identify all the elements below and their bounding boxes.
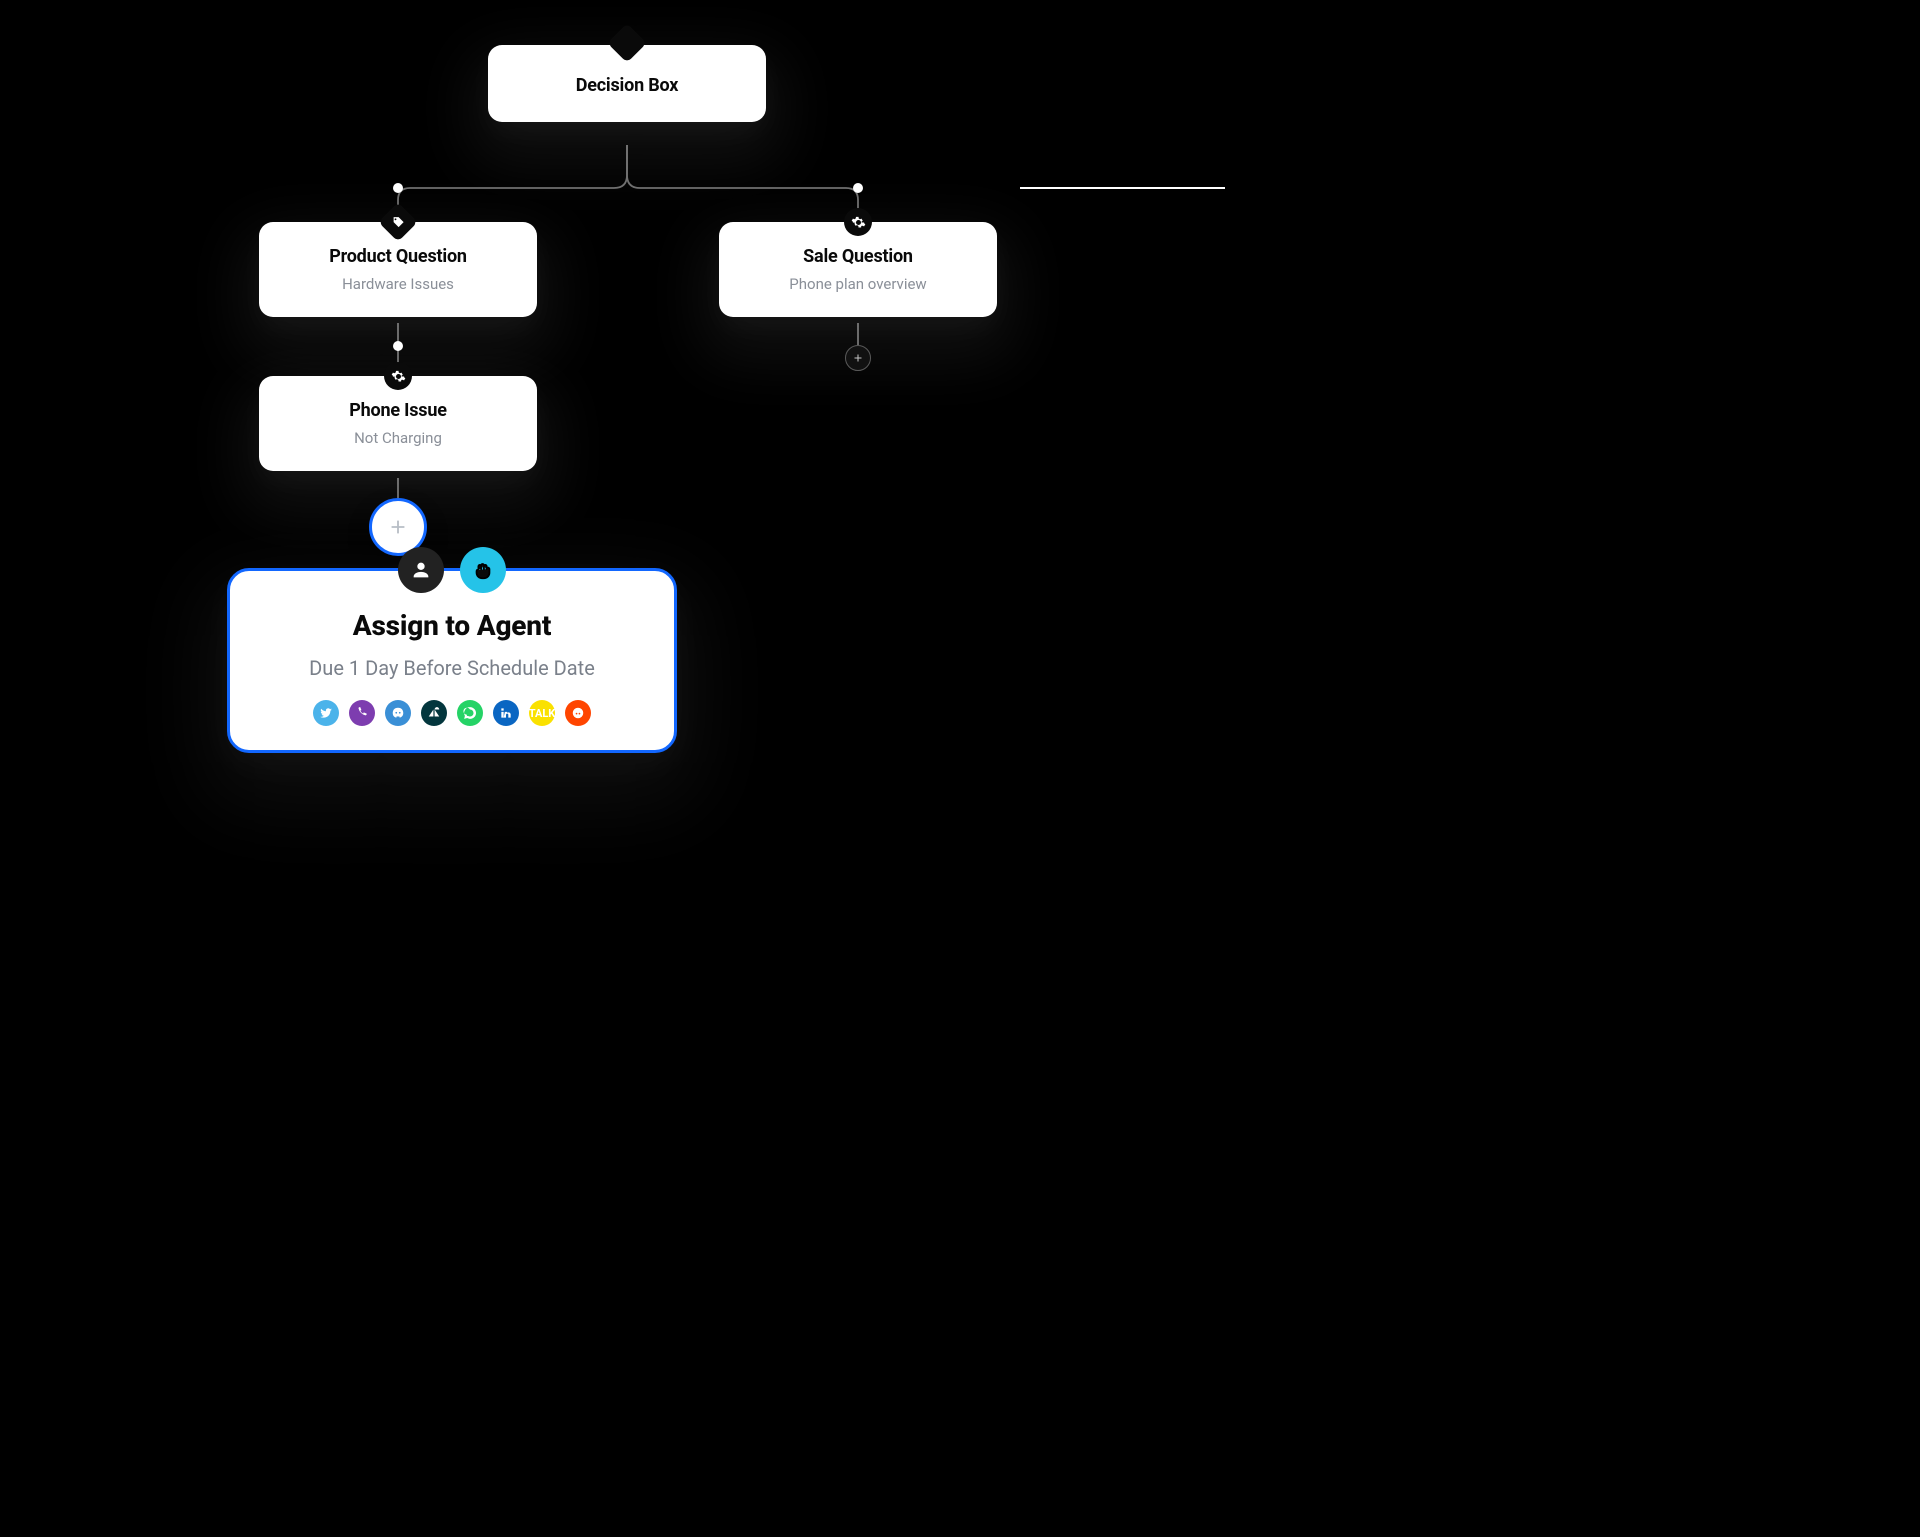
connector-lines xyxy=(0,0,1225,981)
discord-icon xyxy=(385,700,411,726)
connector-dot xyxy=(393,341,403,351)
node-badge-row xyxy=(398,547,506,593)
diamond-icon xyxy=(607,23,647,63)
gear-icon xyxy=(384,362,412,390)
decision-box-node[interactable]: Decision Box xyxy=(488,45,766,122)
person-icon xyxy=(398,547,444,593)
node-title: Sale Question xyxy=(737,246,979,267)
node-subtitle: Not Charging xyxy=(277,429,519,447)
node-title: Decision Box xyxy=(506,75,748,96)
linkedin-icon xyxy=(493,700,519,726)
viber-icon xyxy=(349,700,375,726)
add-step-button[interactable] xyxy=(845,345,871,371)
node-subtitle: Phone plan overview xyxy=(737,275,979,293)
connector-line-right xyxy=(1020,187,1225,189)
kakao-icon: TALK xyxy=(529,700,555,726)
zendesk-icon xyxy=(421,700,447,726)
tag-icon xyxy=(378,202,418,242)
node-title: Phone Issue xyxy=(277,400,519,421)
node-subtitle: Due 1 Day Before Schedule Date xyxy=(254,656,650,680)
twitter-icon xyxy=(313,700,339,726)
product-question-node[interactable]: Product Question Hardware Issues xyxy=(259,222,537,317)
gear-icon xyxy=(844,208,872,236)
sale-question-node[interactable]: Sale Question Phone plan overview xyxy=(719,222,997,317)
integration-icons-row: TALK xyxy=(254,700,650,726)
connector-dot xyxy=(393,183,403,193)
reddit-icon xyxy=(565,700,591,726)
assign-to-agent-node[interactable]: Assign to Agent Due 1 Day Before Schedul… xyxy=(227,568,677,753)
phone-issue-node[interactable]: Phone Issue Not Charging xyxy=(259,376,537,471)
grab-hand-icon[interactable] xyxy=(460,547,506,593)
node-title: Assign to Agent xyxy=(254,609,650,642)
node-title: Product Question xyxy=(277,246,519,267)
node-subtitle: Hardware Issues xyxy=(277,275,519,293)
whatsapp-icon xyxy=(457,700,483,726)
connector-dot xyxy=(853,183,863,193)
